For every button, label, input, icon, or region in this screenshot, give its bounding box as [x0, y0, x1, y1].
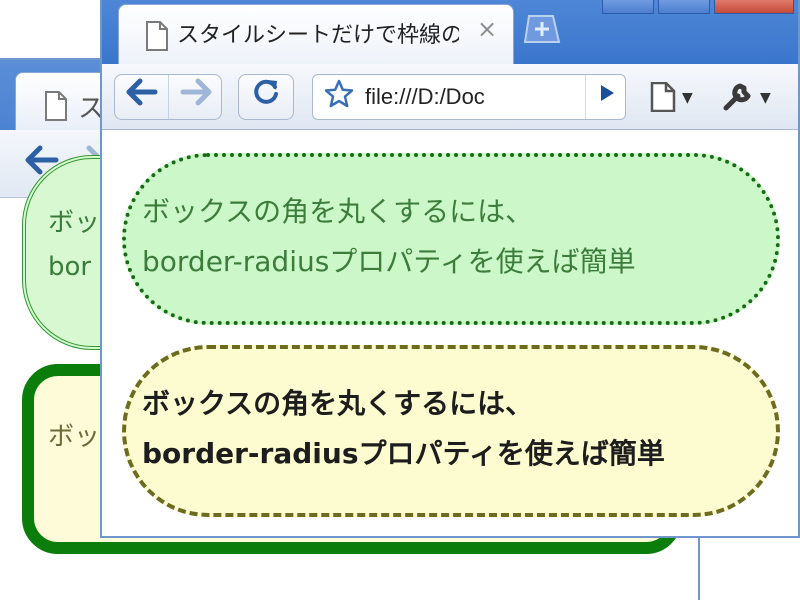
yellow-box-line-2: border-radiusプロパティを使えば簡単 — [142, 437, 665, 470]
new-tab-button[interactable] — [520, 14, 566, 54]
minimize-button[interactable] — [602, 0, 654, 14]
rounded-box-dotted: ボックスの角を丸くするには、 border-radiusプロパティを使えば簡単 — [122, 153, 780, 325]
title-bar: スタイルシートだけで枠線の... × — [102, 0, 798, 64]
forward-button[interactable] — [169, 75, 223, 119]
tab-active[interactable]: スタイルシートだけで枠線の... × — [118, 4, 514, 64]
back-arrow-icon — [126, 78, 157, 106]
page-menu-icon — [650, 82, 676, 112]
navigation-buttons — [114, 74, 222, 120]
reload-icon — [254, 79, 278, 104]
page-menu-button[interactable]: ▼ — [642, 74, 704, 120]
back-button[interactable] — [115, 75, 169, 119]
page-icon — [145, 21, 169, 55]
wrench-icon — [723, 83, 751, 111]
green-box-line-1: ボックスの角を丸くするには、 — [142, 195, 534, 228]
window-close-button[interactable] — [714, 0, 794, 14]
tab-title: スタイルシートだけで枠線の... — [177, 23, 459, 48]
forward-arrow-icon — [180, 78, 212, 106]
green-box-line-2: border-radiusプロパティを使えば簡単 — [142, 245, 636, 278]
go-button[interactable] — [585, 75, 627, 119]
maximize-button[interactable] — [658, 0, 710, 14]
page-icon — [44, 91, 68, 125]
close-icon[interactable]: × — [473, 15, 501, 43]
tools-menu-button[interactable]: ▼ — [716, 74, 782, 120]
url-input[interactable] — [365, 75, 571, 119]
reload-button[interactable] — [238, 74, 294, 120]
star-icon[interactable] — [321, 79, 357, 115]
chevron-down-icon: ▼ — [682, 90, 693, 106]
play-icon — [600, 85, 614, 101]
address-bar[interactable] — [312, 74, 626, 120]
yellow-box-line-1: ボックスの角を丸くするには、 — [142, 387, 534, 420]
rounded-box-dashed: ボックスの角を丸くするには、 border-radiusプロパティを使えば簡単 — [122, 345, 780, 517]
toolbar: ▼ ▼ — [102, 64, 798, 130]
chevron-down-icon: ▼ — [760, 90, 771, 106]
browser-window[interactable]: スタイルシートだけで枠線の... × file:///D:/Doc ▼ ▼ ボッ… — [100, 0, 800, 538]
page-viewport: ボックスの角を丸くするには、 border-radiusプロパティを使えば簡単 … — [102, 131, 798, 536]
